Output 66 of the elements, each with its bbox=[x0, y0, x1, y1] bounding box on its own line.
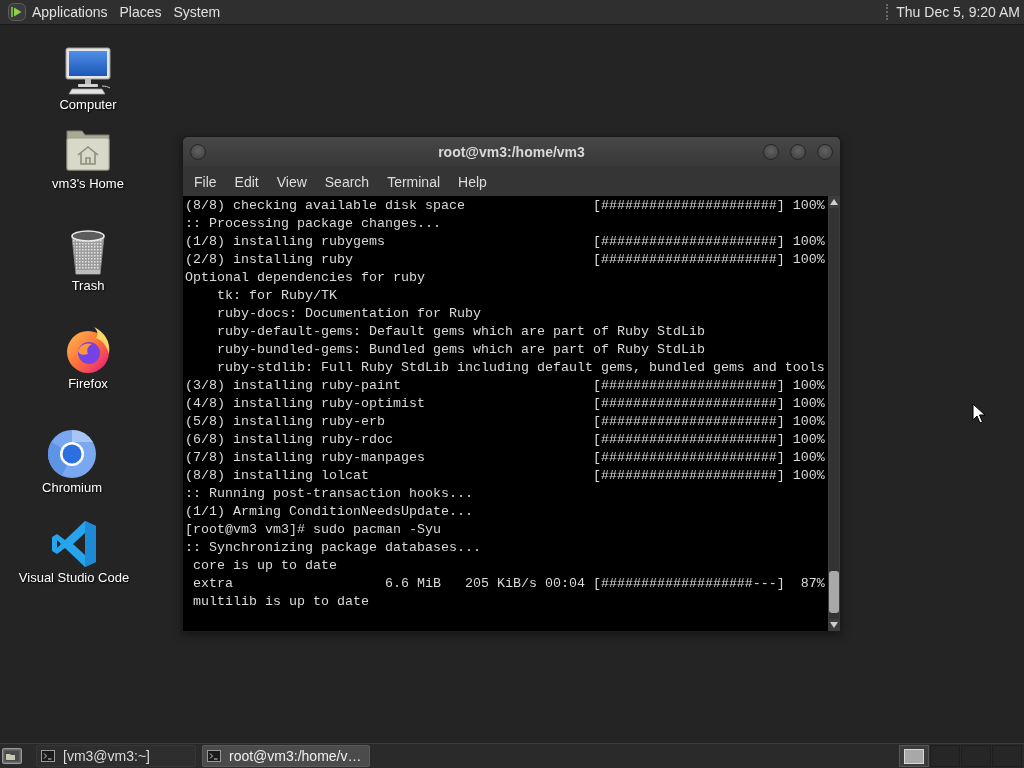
terminal-line: ruby-default-gems: Default gems which are part of Ruby StdLib bbox=[216, 324, 705, 339]
scroll-down-arrow-icon[interactable] bbox=[830, 622, 838, 628]
terminal-line: (8/8) checking available disk space bbox=[185, 197, 465, 215]
terminal-line: (5/8) installing ruby-erb bbox=[185, 413, 385, 431]
panel-menu[interactable]: System bbox=[167, 1, 227, 23]
icon-label[interactable]: Visual Studio Code bbox=[18, 570, 130, 586]
terminal-line: (6/8) installing ruby-rdoc bbox=[185, 431, 393, 449]
menu-item[interactable]: View bbox=[272, 171, 311, 192]
progress-bar-text: [######################] 100% bbox=[592, 251, 825, 269]
terminal-icon bbox=[207, 750, 221, 762]
scroll-up-arrow-icon[interactable] bbox=[830, 199, 838, 205]
terminal-line: multilib is up to date bbox=[192, 594, 369, 609]
window-thumbnail-icon bbox=[904, 748, 924, 764]
progress-bar-text: [######################] 100% bbox=[592, 197, 825, 215]
terminal-line: tk: for Ruby/TK bbox=[216, 288, 337, 303]
panel-menu[interactable]: Places bbox=[113, 1, 168, 23]
icon-label[interactable]: Trash bbox=[71, 278, 105, 294]
distro-logo-icon[interactable] bbox=[8, 3, 26, 21]
terminal-line: (4/8) installing ruby-optimist bbox=[185, 395, 425, 413]
menu-item[interactable]: Edit bbox=[230, 171, 263, 192]
progress-bar-text: [######################] 100% bbox=[592, 467, 825, 485]
terminal-line: :: Processing package changes... bbox=[185, 216, 441, 231]
terminal-line: :: Synchronizing package databases... bbox=[185, 540, 481, 555]
terminal-line: (1/8) installing rubygems bbox=[185, 233, 385, 251]
chromium-logo-icon[interactable] bbox=[48, 430, 96, 478]
terminal-line: :: Running post-transaction hooks... bbox=[185, 486, 473, 501]
mouse-pointer-icon bbox=[972, 403, 986, 424]
icon-label[interactable]: Firefox bbox=[68, 376, 108, 392]
progress-bar-text: [######################] 100% bbox=[592, 449, 825, 467]
menu-item[interactable]: Terminal bbox=[383, 171, 445, 192]
progress-bar-text: [######################] 100% bbox=[592, 377, 825, 395]
progress-bar-text: [######################] 100% bbox=[592, 413, 825, 431]
terminal-line: extra 6.6 MiB 205 KiB/s 00:04 bbox=[192, 575, 585, 593]
terminal-line: (3/8) installing ruby-paint bbox=[185, 377, 401, 395]
clock[interactable]: Thu Dec 5, 9:20 AM bbox=[896, 4, 1024, 20]
terminal-line: ruby-bundled-gems: Bundled gems which are part of Ruby StdLib bbox=[216, 342, 705, 357]
menu-item[interactable]: Help bbox=[454, 171, 491, 192]
menu-item[interactable]: Search bbox=[320, 171, 374, 192]
terminal-line: ruby-docs: Documentation for Ruby bbox=[216, 306, 481, 321]
icon-label[interactable]: Chromium bbox=[42, 480, 102, 496]
computer-icon[interactable] bbox=[64, 47, 112, 95]
progress-bar-text: [######################] 100% bbox=[592, 431, 825, 449]
terminal-line: (1/1) Arming ConditionNeedsUpdate... bbox=[185, 504, 473, 519]
workspace-button[interactable] bbox=[899, 745, 929, 767]
terminal-icon bbox=[41, 750, 55, 762]
terminal-line: core is up to date bbox=[192, 558, 337, 573]
terminal-line: [root@vm3 vm3]# sudo pacman -Syu bbox=[185, 522, 441, 537]
window-title: root@vm3:/home/vm3 bbox=[438, 144, 585, 160]
taskbar-button[interactable]: root@vm3:/home/v… bbox=[202, 745, 370, 767]
icon-label[interactable]: vm3's Home bbox=[52, 176, 124, 192]
terminal-line: (2/8) installing ruby bbox=[185, 251, 353, 269]
show-desktop-icon[interactable] bbox=[2, 747, 22, 765]
terminal-line: (8/8) installing lolcat bbox=[185, 467, 369, 485]
progress-bar-text: [######################] 100% bbox=[592, 395, 825, 413]
code-editor-logo-icon[interactable] bbox=[50, 520, 98, 568]
menu-item[interactable]: File bbox=[190, 171, 221, 192]
taskbar-button[interactable]: [vm3@vm3:~] bbox=[36, 745, 196, 767]
scrollbar-thumb[interactable] bbox=[829, 571, 839, 613]
terminal-line: ruby-stdlib: Full Ruby StdLib including default gems, bundled gems and tools bbox=[216, 360, 825, 375]
terminal-line: Optional dependencies for ruby bbox=[185, 270, 425, 285]
terminal-line: (7/8) installing ruby-manpages bbox=[185, 449, 425, 467]
firefox-logo-icon[interactable] bbox=[64, 326, 112, 374]
panel-menu[interactable]: Applications bbox=[26, 1, 114, 23]
progress-bar-text: [###################---] 87% bbox=[592, 575, 825, 593]
icon-label[interactable]: Computer bbox=[59, 97, 117, 113]
progress-bar-text: [######################] 100% bbox=[592, 233, 825, 251]
